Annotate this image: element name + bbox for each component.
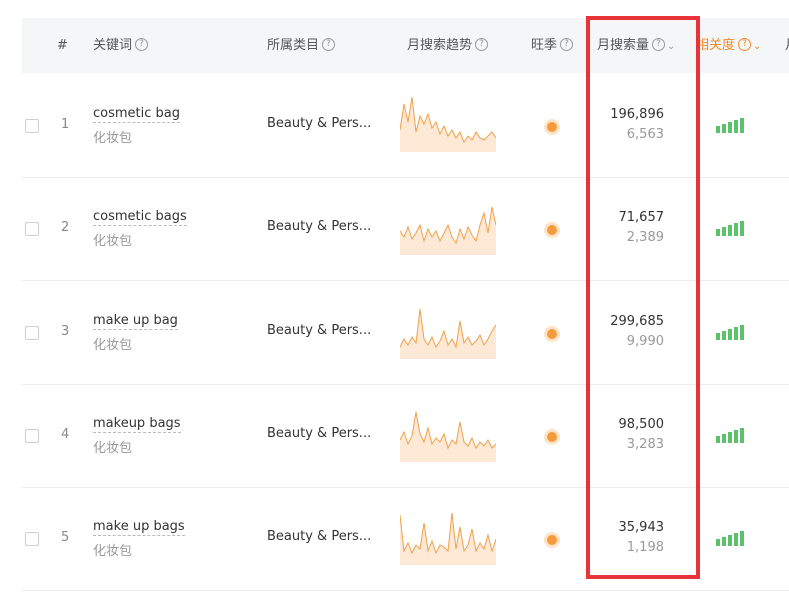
relevance-bar [734,120,738,133]
header-category-label: 所属类目 [267,38,320,53]
row-index: 3 [61,324,70,339]
category-label: Beauty & Pers... [267,323,372,338]
help-icon[interactable]: ? [135,38,149,51]
trend-sparkline[interactable] [400,303,496,359]
keyword-link[interactable]: makeup bags [93,416,181,433]
relevance-bar [728,225,732,236]
season-dot-icon [547,432,557,442]
relevance-bar [722,537,726,546]
relevance-bar [728,329,732,340]
row-index: 4 [61,427,70,442]
relevance-bar [740,531,744,546]
row-checkbox[interactable] [25,429,39,443]
category-label: Beauty & Pers... [267,426,372,441]
relevance-bar [722,434,726,443]
relevance-bar [740,118,744,133]
relevance-bars-icon [716,324,746,340]
row-checkbox[interactable] [25,326,39,340]
row-index: 2 [61,220,70,235]
keyword-translation: 化妆包 [93,234,133,249]
season-dot-icon [547,122,557,132]
relevance-bar [734,327,738,340]
row-checkbox[interactable] [25,222,39,236]
keyword-link[interactable]: cosmetic bag [93,106,180,123]
header-trend-label: 月搜索趋势 [407,38,473,53]
category-label: Beauty & Pers... [267,219,372,234]
relevance-bar [716,539,720,546]
keyword-translation: 化妆包 [93,131,133,146]
relevance-bars-icon [716,220,746,236]
header-trend[interactable]: 月搜索趋势? [407,18,489,73]
trend-sparkline[interactable] [400,199,496,255]
keyword-link[interactable]: cosmetic bags [93,209,187,226]
keyword-link[interactable]: make up bags [93,519,185,536]
header-relevance-label: 相关度 [696,38,736,53]
row-index: 1 [61,117,70,132]
relevance-bars-icon [716,530,746,546]
relevance-bar [716,229,720,236]
relevance-bar [716,436,720,443]
keyword-link[interactable]: make up bag [93,313,178,330]
keyword-table: # 关键词? 所属类目? 月搜索趋势? 旺季? 月搜索量?⌄ 相关度?⌄ 月 1… [0,0,789,592]
header-category[interactable]: 所属类目? [267,18,336,73]
chevron-down-icon[interactable]: ⌄ [753,41,761,52]
relevance-bar [722,227,726,236]
help-icon[interactable]: ? [475,38,489,51]
trend-area [400,97,496,152]
header-season[interactable]: 旺季? [531,18,574,73]
highlight-box [586,16,700,579]
season-dot-icon [547,535,557,545]
season-dot-icon [547,225,557,235]
trend-area [400,309,496,359]
trend-area [400,207,496,255]
season-dot-icon [547,329,557,339]
header-keyword-label: 关键词 [93,38,133,53]
relevance-bar [734,223,738,236]
help-icon[interactable]: ? [738,38,752,51]
relevance-bar [734,533,738,546]
header-next-column[interactable]: 月 [785,18,789,73]
relevance-bars-icon [716,427,746,443]
relevance-bar [740,325,744,340]
relevance-bars-icon [716,117,746,133]
relevance-bar [716,126,720,133]
row-checkbox[interactable] [25,119,39,133]
row-checkbox[interactable] [25,532,39,546]
relevance-bar [716,333,720,340]
trend-sparkline[interactable] [400,509,496,565]
relevance-bar [722,124,726,133]
header-relevance[interactable]: 相关度? ⌄ [696,18,761,73]
header-season-label: 旺季 [531,38,558,53]
category-label: Beauty & Pers... [267,529,372,544]
relevance-bar [728,535,732,546]
relevance-bar [728,122,732,133]
trend-area [400,513,496,565]
trend-sparkline[interactable] [400,406,496,462]
relevance-bar [740,428,744,443]
keyword-translation: 化妆包 [93,544,133,559]
relevance-bar [734,430,738,443]
help-icon[interactable]: ? [560,38,574,51]
trend-sparkline[interactable] [400,96,496,152]
keyword-translation: 化妆包 [93,338,133,353]
keyword-translation: 化妆包 [93,441,133,456]
relevance-bar [722,331,726,340]
help-icon[interactable]: ? [322,38,336,51]
relevance-bar [740,221,744,236]
category-label: Beauty & Pers... [267,116,372,131]
header-index: # [57,38,68,53]
relevance-bar [728,432,732,443]
header-keyword[interactable]: 关键词? [93,18,149,73]
row-index: 5 [61,530,70,545]
